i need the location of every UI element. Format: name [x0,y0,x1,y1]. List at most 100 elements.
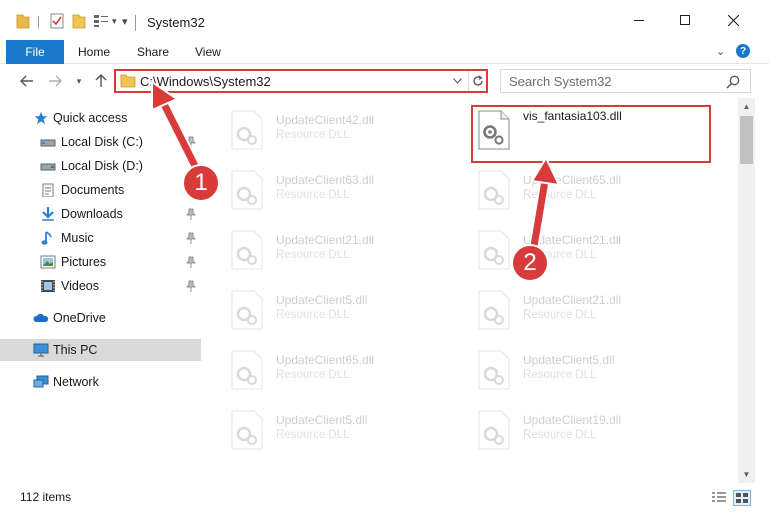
dll-file-icon [231,170,263,210]
star-icon [34,111,48,125]
up-button[interactable] [92,72,110,90]
dll-file-icon [231,290,263,330]
tab-home[interactable]: Home [78,40,110,64]
file-item[interactable]: UpdateClient42.dll Resource DLL [206,102,446,154]
sidebar-item-downloads[interactable]: Downloads [0,203,200,225]
file-name: UpdateClient5.dll [276,293,368,307]
sidebar-item-local-disk-d[interactable]: Local Disk (D:) [0,155,200,177]
pin-icon [186,136,196,148]
dll-file-icon [478,350,510,390]
network-icon [33,375,49,388]
file-name: UpdateClient5.dll [523,353,615,367]
sidebar-item-local-disk-c[interactable]: Local Disk (C:) [0,131,200,153]
address-bar[interactable]: C:\Windows\System32 [114,69,488,93]
file-item[interactable]: UpdateClient5.dll Resource DLL [206,402,446,454]
sidebar-item-label: OneDrive [53,311,106,325]
pin-icon [186,208,196,220]
dll-file-icon [478,170,510,210]
highlight-box [471,105,711,163]
sidebar-item-label: Downloads [61,207,123,221]
address-path[interactable]: C:\Windows\System32 [140,74,271,89]
tab-share[interactable]: Share [137,40,169,64]
help-icon[interactable]: ? [736,44,750,58]
minimize-button[interactable] [616,6,662,34]
properties-icon[interactable] [50,12,64,30]
file-item[interactable]: UpdateClient21.dll Resource DLL [453,222,693,274]
file-name: UpdateClient5.dll [276,413,368,427]
item-count: 112 items [20,490,72,504]
tab-file[interactable]: File [6,40,64,64]
title-divider [38,16,39,28]
ribbon-tabs: File Home Share View ⌄ ? [0,40,769,64]
address-dropdown-icon[interactable] [449,72,465,90]
back-button[interactable] [18,72,36,90]
sidebar-item-quick-access[interactable]: Quick access [0,107,200,129]
dll-file-icon [231,410,263,450]
sidebar-item-documents[interactable]: Documents [0,179,200,201]
scroll-up-icon[interactable]: ▲ [738,98,755,115]
sidebar-item-this-pc[interactable]: This PC [0,339,201,361]
sidebar-item-label: Network [53,375,99,389]
pictures-icon [40,255,56,269]
qa-menu-icon[interactable]: ▾ [122,12,128,30]
sidebar-item-onedrive[interactable]: OneDrive [0,307,200,329]
close-button[interactable] [710,6,756,34]
folder-icon [120,74,136,88]
details-view-icon[interactable] [710,490,728,506]
computer-icon [33,343,49,357]
vertical-scrollbar[interactable]: ▲ ▼ [738,98,755,483]
sidebar-item-videos[interactable]: Videos [0,275,200,297]
file-item[interactable]: UpdateClient5.dll Resource DLL [453,342,693,394]
cloud-icon [33,313,49,322]
sidebar-item-music[interactable]: Music [0,227,200,249]
file-item[interactable]: UpdateClient21.dll Resource DLL [453,282,693,334]
file-item[interactable]: UpdateClient19.dll Resource DLL [453,402,693,454]
search-box[interactable] [500,69,751,93]
qa-dropdown-icon[interactable]: ▾ [112,12,117,30]
dll-file-icon [478,290,510,330]
file-item[interactable]: UpdateClient21.dll Resource DLL [206,222,446,274]
forward-button[interactable] [46,72,64,90]
maximize-icon [680,15,690,25]
close-icon [727,14,739,26]
file-type: Resource DLL [276,189,350,201]
file-type: Resource DLL [276,309,350,321]
sidebar-item-label: Local Disk (C:) [61,135,143,149]
file-name: UpdateClient21.dll [523,293,622,307]
file-item[interactable]: UpdateClient63.dll Resource DLL [206,162,446,214]
tab-view[interactable]: View [195,40,221,64]
sidebar-item-network[interactable]: Network [0,371,200,393]
file-name: UpdateClient19.dll [523,413,622,427]
file-name: UpdateClient63.dll [276,173,375,187]
file-name: UpdateClient42.dll [276,113,375,127]
folder-icon [16,12,30,30]
pin-icon [186,280,196,292]
scroll-down-icon[interactable]: ▼ [738,466,755,483]
pin-icon [186,232,196,244]
back-arrow-icon [20,75,33,87]
file-item[interactable]: UpdateClient5.dll Resource DLL [206,282,446,334]
sidebar-item-label: Pictures [61,255,107,269]
expand-ribbon-icon[interactable]: ⌄ [716,45,725,58]
maximize-button[interactable] [662,6,708,34]
file-type: Resource DLL [523,309,597,321]
search-input[interactable] [509,73,709,89]
sidebar-item-pictures[interactable]: Pictures [0,251,200,273]
refresh-icon [472,75,483,86]
sidebar-item-label: Quick access [53,111,128,125]
new-folder-icon[interactable] [72,12,86,30]
sidebar-item-label: Videos [61,279,99,293]
navigation-pane: Quick access Local Disk (C:) Local Disk … [0,98,206,483]
file-item[interactable]: UpdateClient65.dll Resource DLL [206,342,446,394]
file-name: UpdateClient21.dll [276,233,375,247]
large-icons-view-icon[interactable] [733,490,751,506]
file-item[interactable]: UpdateClient65.dll Resource DLL [453,162,693,214]
forward-arrow-icon [49,75,62,87]
customize-icon[interactable] [93,12,109,30]
file-type: Resource DLL [276,429,350,441]
download-icon [42,207,54,221]
scrollbar-thumb[interactable] [740,116,753,164]
refresh-button[interactable] [468,71,486,91]
sidebar-item-label: Documents [61,183,125,197]
recent-locations-icon[interactable]: ▾ [70,72,88,90]
